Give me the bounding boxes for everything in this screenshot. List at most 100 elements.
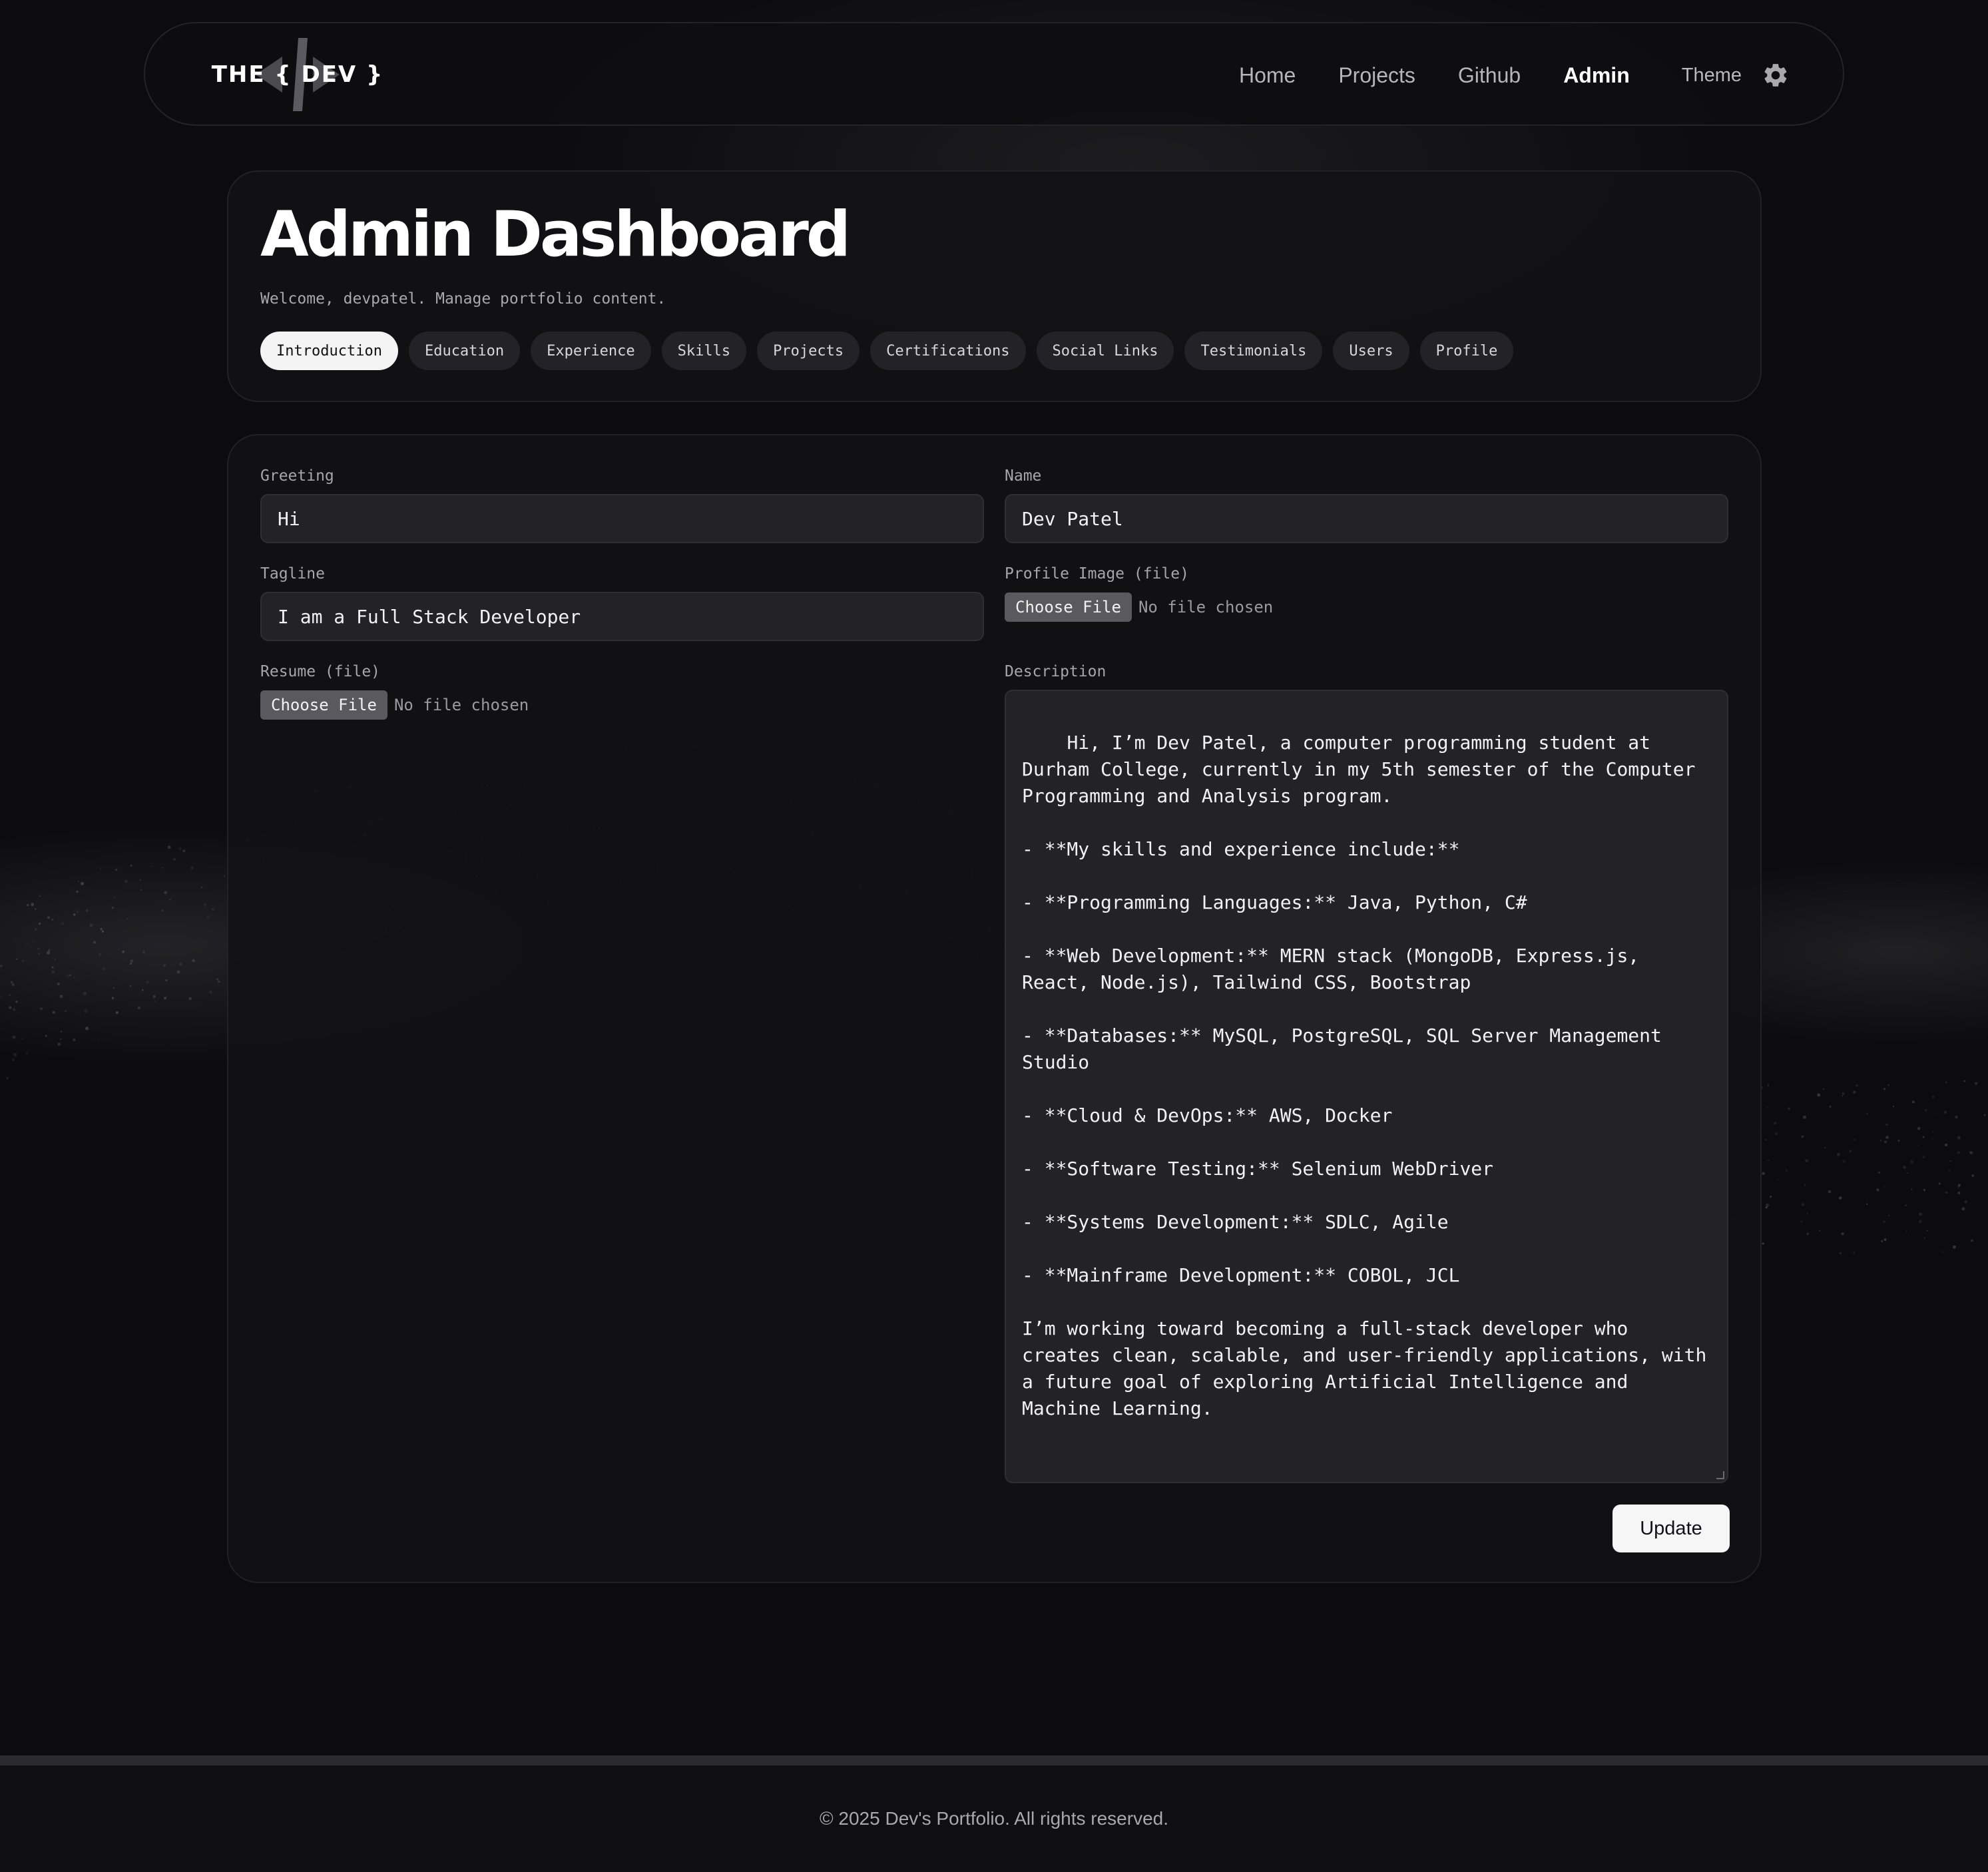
background-particle xyxy=(21,959,25,963)
nav-admin-link[interactable]: Admin xyxy=(1563,63,1630,88)
background-particle xyxy=(182,849,186,853)
background-particle xyxy=(113,897,115,899)
tab-skills[interactable]: Skills xyxy=(661,332,747,370)
background-particle xyxy=(113,987,115,989)
background-particle xyxy=(45,1035,47,1037)
background-particle xyxy=(0,995,2,998)
nav-projects-link[interactable]: Projects xyxy=(1338,63,1415,88)
background-particle xyxy=(51,918,54,921)
tab-experience[interactable]: Experience xyxy=(531,332,651,370)
background-particle xyxy=(162,964,166,967)
footer-divider xyxy=(0,1755,1988,1765)
background-particle xyxy=(1888,1214,1890,1217)
background-particle xyxy=(1839,1252,1842,1255)
background-particle xyxy=(1828,1190,1832,1194)
background-particle xyxy=(6,1076,9,1080)
background-particle xyxy=(1922,1136,1925,1138)
background-particle xyxy=(51,971,55,974)
background-particle xyxy=(1765,1138,1767,1141)
description-label: Description xyxy=(1005,663,1107,680)
tab-users[interactable]: Users xyxy=(1333,332,1409,370)
tab-profile[interactable]: Profile xyxy=(1419,332,1514,370)
background-particle xyxy=(217,980,220,983)
resume-file-status: No file chosen xyxy=(393,696,529,714)
background-particle xyxy=(1975,1082,1978,1085)
background-particle xyxy=(11,983,15,987)
background-particle xyxy=(39,922,41,925)
background-particle xyxy=(47,916,50,919)
background-particle xyxy=(1817,1093,1821,1097)
background-particle xyxy=(1801,1135,1804,1138)
background-particle xyxy=(1957,1151,1961,1154)
background-particle xyxy=(130,864,132,867)
tab-certifications[interactable]: Certifications xyxy=(870,332,1026,370)
background-particle xyxy=(1932,1131,1934,1133)
background-particle xyxy=(1854,1138,1856,1141)
theme-label: Theme xyxy=(1681,64,1742,86)
tagline-input[interactable]: I am a Full Stack Developer xyxy=(260,592,984,641)
resume-choose-file-button[interactable]: Choose File xyxy=(260,690,387,720)
background-particle xyxy=(1866,1203,1868,1206)
background-particle xyxy=(1822,1088,1825,1090)
background-particle xyxy=(99,868,102,870)
resume-file-input[interactable]: Choose File No file chosen xyxy=(260,690,529,720)
greeting-input[interactable]: Hi xyxy=(260,494,984,543)
background-particle xyxy=(59,995,63,999)
nav-github-link[interactable]: Github xyxy=(1458,63,1521,88)
background-particle xyxy=(1964,1200,1967,1204)
background-particle xyxy=(13,1053,17,1056)
background-particle xyxy=(130,963,132,965)
tab-education[interactable]: Education xyxy=(408,332,521,370)
page-title: Admin Dashboard xyxy=(260,198,851,271)
background-particle xyxy=(1971,1174,1975,1177)
background-particle xyxy=(111,906,115,909)
background-particle xyxy=(1983,1114,1986,1116)
tab-projects[interactable]: Projects xyxy=(757,332,860,370)
description-text: Hi, I’m Dev Patel, a computer programmin… xyxy=(1022,732,1707,1419)
background-particle xyxy=(1883,1186,1885,1188)
background-particle xyxy=(9,1006,12,1009)
background-particle xyxy=(100,928,103,931)
theme-toggle[interactable]: Theme xyxy=(1682,61,1790,89)
background-particle xyxy=(76,910,79,913)
background-particle xyxy=(192,959,196,963)
background-particle xyxy=(52,1011,55,1014)
tab-social-links[interactable]: Social Links xyxy=(1036,332,1174,370)
background-particle xyxy=(1776,1178,1778,1180)
background-particle xyxy=(25,942,28,944)
background-particle xyxy=(152,998,154,1000)
background-particle xyxy=(190,866,194,870)
profile-image-file-status: No file chosen xyxy=(1138,598,1274,616)
logo[interactable]: THE { DEV } xyxy=(212,38,382,111)
name-input[interactable]: Dev Patel xyxy=(1005,494,1728,543)
background-particle xyxy=(139,879,141,881)
profile-image-choose-file-button[interactable]: Choose File xyxy=(1005,592,1132,622)
resize-handle-icon[interactable] xyxy=(1716,1471,1724,1479)
background-particle xyxy=(1938,1182,1941,1185)
background-particle xyxy=(1923,1188,1926,1192)
background-particle xyxy=(54,959,56,961)
background-particle xyxy=(1842,1092,1845,1095)
background-particle xyxy=(1770,1196,1772,1198)
profile-image-file-input[interactable]: Choose File No file chosen xyxy=(1005,592,1273,622)
tab-introduction[interactable]: Introduction xyxy=(260,332,398,370)
nav-home-link[interactable]: Home xyxy=(1239,63,1296,88)
resume-label: Resume (file) xyxy=(260,663,381,680)
tab-testimonials[interactable]: Testimonials xyxy=(1184,332,1323,370)
background-particle xyxy=(1897,1139,1900,1142)
welcome-message: Welcome, devpatel. Manage portfolio cont… xyxy=(260,290,666,308)
update-button[interactable]: Update xyxy=(1613,1505,1730,1552)
background-particle xyxy=(223,875,225,877)
footer: © 2025 Dev's Portfolio. All rights reser… xyxy=(0,1765,1988,1872)
background-particle xyxy=(12,1035,16,1039)
background-particle xyxy=(1917,1126,1921,1130)
background-particle xyxy=(1762,1242,1764,1245)
background-particle xyxy=(1766,1106,1769,1108)
description-textarea[interactable]: Hi, I’m Dev Patel, a computer programmin… xyxy=(1005,690,1728,1483)
name-label: Name xyxy=(1005,467,1042,485)
background-particle xyxy=(1932,1138,1934,1140)
background-particle xyxy=(76,890,79,893)
background-particle xyxy=(10,981,13,984)
background-particle xyxy=(61,921,65,925)
background-particle xyxy=(1805,1159,1808,1162)
